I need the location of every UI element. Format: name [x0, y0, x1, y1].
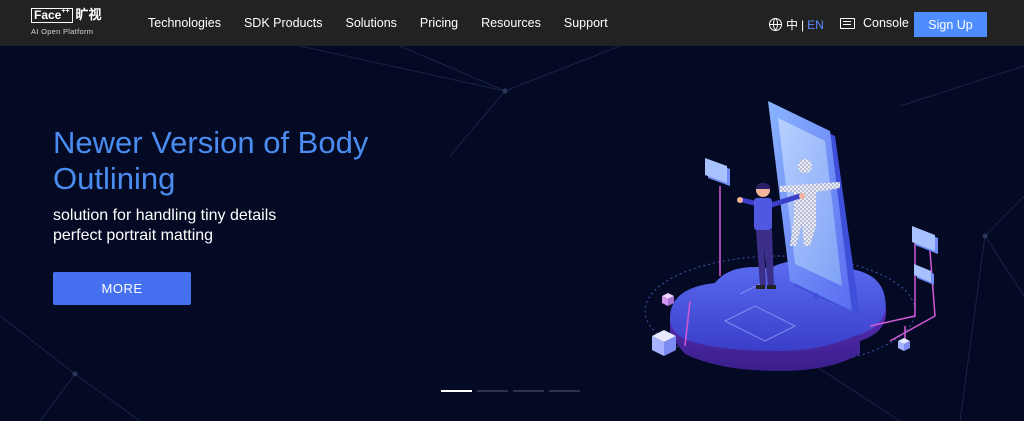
globe-icon: [769, 18, 782, 31]
nav-item-pricing[interactable]: Pricing: [420, 16, 458, 30]
language-separator: |: [801, 17, 805, 32]
logo[interactable]: Face++ 旷视 AI Open Platform: [31, 8, 111, 38]
nav-item-solutions[interactable]: Solutions: [345, 16, 396, 30]
hero-banner: Newer Version of Body Outlining solution…: [0, 46, 1024, 421]
hero-subtitle-line-2: perfect portrait matting: [53, 227, 214, 244]
logo-chinese-name: 旷视: [75, 8, 102, 23]
top-navbar: Face++ 旷视 AI Open Platform Technologies …: [0, 0, 1024, 46]
sign-up-button[interactable]: Sign Up: [914, 12, 987, 37]
language-option-zh[interactable]: 中: [786, 16, 798, 33]
floating-panel-2: [912, 226, 938, 254]
carousel-dot-4[interactable]: [549, 390, 580, 392]
page-content-below-hero: [0, 421, 1024, 442]
carousel-indicators: [441, 390, 585, 392]
hero-subtitle-line-1: solution for handling tiny details: [53, 207, 277, 224]
carousel-dot-1[interactable]: [441, 390, 472, 392]
nav-item-technologies[interactable]: Technologies: [148, 16, 221, 30]
main-nav: Technologies SDK Products Solutions Pric…: [148, 0, 631, 46]
nav-item-sdk-products[interactable]: SDK Products: [244, 16, 323, 30]
console-label: Console: [863, 16, 909, 30]
language-option-en[interactable]: EN: [807, 18, 824, 32]
more-button[interactable]: MORE: [53, 272, 191, 305]
hero-subtitle: solution for handling tiny details perfe…: [53, 206, 473, 246]
console-icon: [840, 17, 855, 29]
cube-small-right: [898, 338, 910, 351]
page: Face++ 旷视 AI Open Platform Technologies …: [0, 0, 1024, 442]
nav-item-resources[interactable]: Resources: [481, 16, 541, 30]
console-link[interactable]: Console: [840, 16, 909, 30]
body-outlining-illustration: [644, 101, 938, 371]
hero-title: Newer Version of Body Outlining: [53, 125, 369, 196]
language-switcher: 中 | EN: [769, 16, 824, 33]
floating-panel-1: [705, 158, 730, 186]
logo-brand: Face++: [31, 8, 73, 23]
carousel-dot-2[interactable]: [477, 390, 508, 392]
carousel-dot-3[interactable]: [513, 390, 544, 392]
logo-mark: Face++ 旷视: [31, 8, 111, 25]
cube-small-left: [662, 293, 674, 306]
logo-tagline: AI Open Platform: [31, 27, 94, 36]
nav-item-support[interactable]: Support: [564, 16, 608, 30]
